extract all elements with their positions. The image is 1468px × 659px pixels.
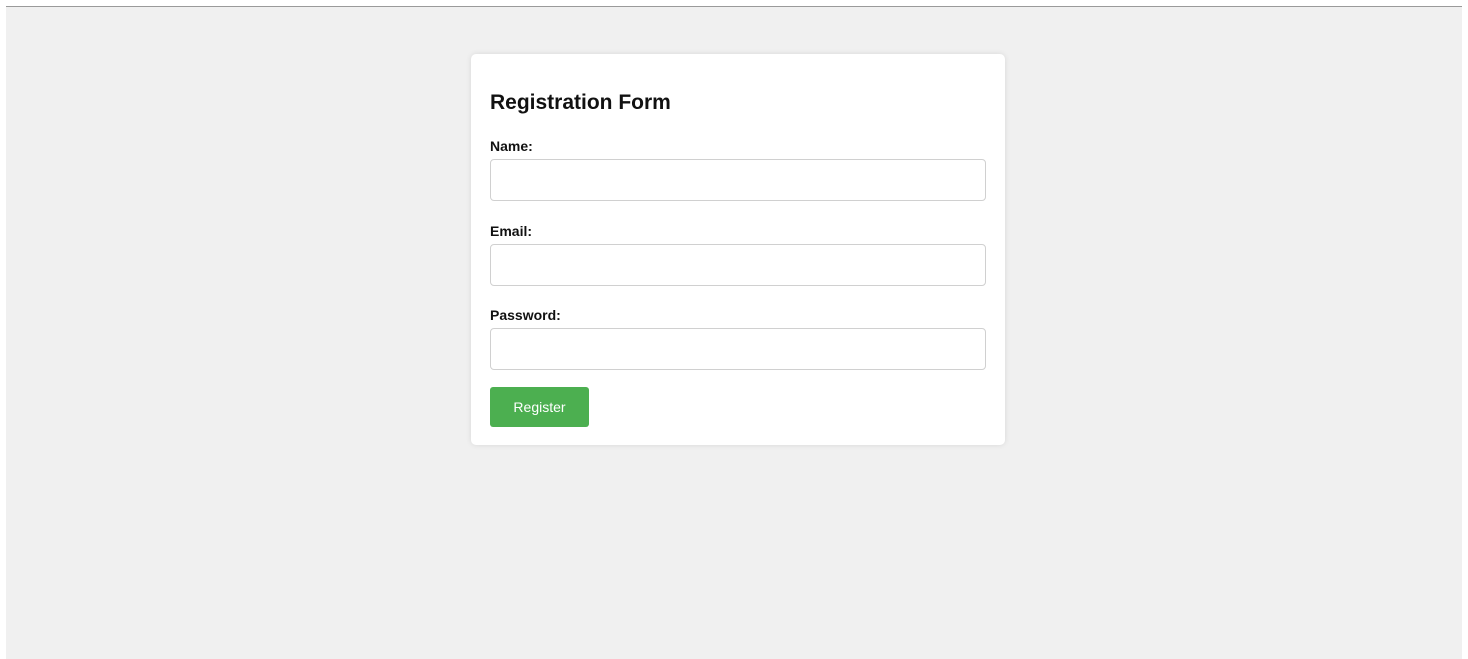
password-label: Password:: [490, 307, 561, 323]
form-title: Registration Form: [490, 91, 671, 114]
name-field[interactable]: [490, 159, 986, 201]
email-field[interactable]: [490, 244, 986, 286]
page-viewport: Registration Form Name: Email: Password:…: [6, 6, 1462, 659]
registration-form-card: Registration Form Name: Email: Password:…: [471, 54, 1005, 445]
password-field[interactable]: [490, 328, 986, 370]
email-label: Email:: [490, 223, 533, 239]
register-button[interactable]: Register: [490, 387, 589, 427]
name-label: Name:: [490, 138, 533, 154]
